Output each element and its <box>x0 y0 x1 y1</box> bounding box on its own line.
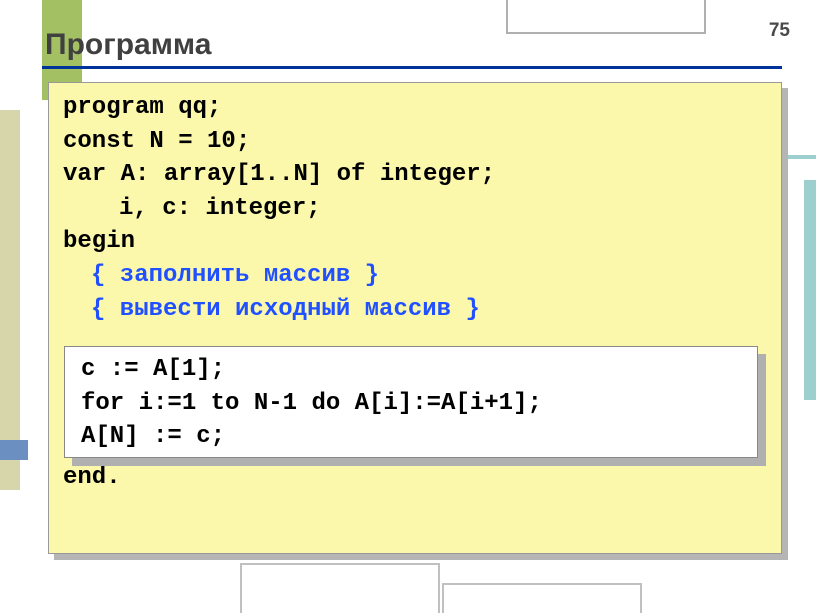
code-line: var A: array[1..N] of integer; <box>63 158 767 192</box>
code-line: program qq; <box>63 91 767 125</box>
highlight-line: c := A[1]; <box>81 353 741 387</box>
code-line: const N = 10; <box>63 125 767 159</box>
decoration-left-blue <box>0 440 28 460</box>
code-comment: { вывести исходный массив } <box>63 293 767 327</box>
highlight-line: for i:=1 to N-1 do A[i]:=A[i+1]; <box>81 387 741 421</box>
highlight-box: c := A[1]; for i:=1 to N-1 do A[i]:=A[i+… <box>64 346 758 458</box>
code-box: program qq; const N = 10; var A: array[1… <box>48 82 782 554</box>
decoration-left-olive <box>0 110 20 490</box>
code-line: i, c: integer; <box>63 192 767 226</box>
decoration-bottom-box <box>240 563 440 613</box>
decoration-top-gray <box>506 0 706 34</box>
page-title: Программа <box>45 28 211 62</box>
page-number: 75 <box>769 20 790 42</box>
highlight-line: A[N] := c; <box>81 420 741 454</box>
code-comment: { заполнить массив } <box>63 259 767 293</box>
code-line: begin <box>63 225 767 259</box>
title-underline <box>42 66 782 69</box>
decoration-bottom-box <box>442 583 642 613</box>
decoration-right-teal <box>804 180 816 400</box>
